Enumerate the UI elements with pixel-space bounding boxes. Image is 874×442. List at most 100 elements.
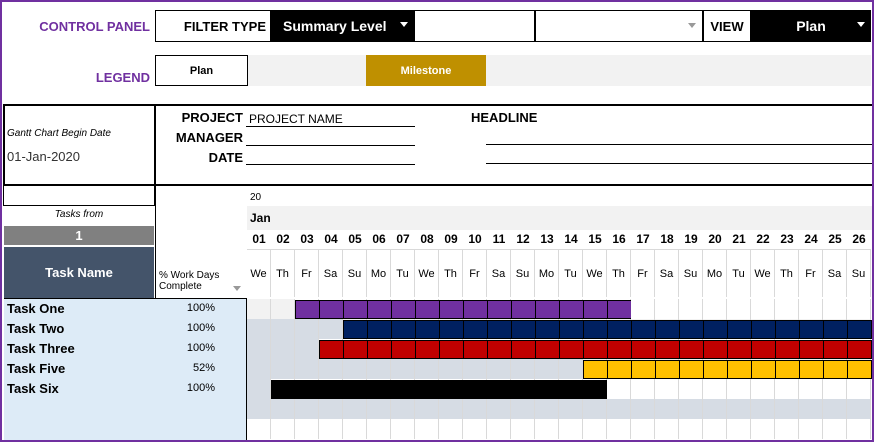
gantt-bar-cell[interactable]: [367, 300, 392, 319]
gantt-bar-cell[interactable]: [319, 300, 344, 319]
gantt-bar-cell[interactable]: [751, 340, 776, 359]
gantt-bar-cell[interactable]: [703, 360, 728, 379]
task-name[interactable]: Task Five: [7, 361, 65, 376]
gantt-bar-cell[interactable]: [295, 380, 319, 399]
gantt-bar-cell[interactable]: [703, 320, 728, 339]
gantt-bar-cell[interactable]: [319, 380, 343, 399]
gantt-bar-cell[interactable]: [535, 340, 560, 359]
filter-type-dropdown[interactable]: Summary Level: [271, 10, 414, 42]
gantt-bar-cell[interactable]: [799, 340, 824, 359]
work-days-header[interactable]: % Work Days Complete: [155, 186, 247, 298]
gantt-bar-cell[interactable]: [511, 380, 535, 399]
headline-line-2[interactable]: [486, 148, 872, 164]
gantt-bar-cell[interactable]: [559, 320, 584, 339]
gantt-bar-cell[interactable]: [655, 360, 680, 379]
gantt-bar-cell[interactable]: [535, 320, 560, 339]
gantt-bar-cell[interactable]: [583, 300, 608, 319]
task-name[interactable]: Task One: [7, 301, 65, 316]
gantt-bar-cell[interactable]: [727, 320, 752, 339]
filter-value-dropdown[interactable]: [535, 10, 703, 42]
gantt-bar-cell[interactable]: [415, 320, 440, 339]
gantt-bar-cell[interactable]: [463, 340, 488, 359]
gantt-bar-cell[interactable]: [487, 300, 512, 319]
gantt-bar-cell[interactable]: [823, 340, 848, 359]
date-field[interactable]: [246, 149, 415, 165]
gantt-bar-cell[interactable]: [367, 380, 391, 399]
gantt-bar-cell[interactable]: [799, 320, 824, 339]
gantt-bar-cell[interactable]: [823, 320, 848, 339]
gantt-bar-cell[interactable]: [439, 320, 464, 339]
gantt-bar-cell[interactable]: [487, 340, 512, 359]
gantt-bar-cell[interactable]: [655, 320, 680, 339]
gantt-bar-cell[interactable]: [799, 360, 824, 379]
gantt-bar-cell[interactable]: [847, 340, 872, 359]
task-name[interactable]: Task Six: [7, 381, 59, 396]
gantt-bar-cell[interactable]: [727, 360, 752, 379]
gantt-bar-cell[interactable]: [367, 320, 392, 339]
gantt-bar-cell[interactable]: [583, 360, 608, 379]
gantt-bar-cell[interactable]: [415, 340, 440, 359]
gantt-bar-cell[interactable]: [343, 380, 367, 399]
view-dropdown[interactable]: Plan: [751, 10, 871, 42]
gantt-bar-cell[interactable]: [511, 320, 536, 339]
gantt-bar-cell[interactable]: [295, 300, 320, 319]
gantt-bar-cell[interactable]: [847, 360, 872, 379]
gantt-bar-cell[interactable]: [463, 300, 488, 319]
gantt-bar-cell[interactable]: [391, 300, 416, 319]
gantt-bar-cell[interactable]: [583, 320, 608, 339]
filter-chevron-icon[interactable]: [233, 286, 241, 291]
gantt-bar-cell[interactable]: [847, 320, 872, 339]
gantt-bar-cell[interactable]: [367, 340, 392, 359]
project-field[interactable]: PROJECT NAME: [246, 110, 415, 127]
gantt-bar-cell[interactable]: [703, 340, 728, 359]
task-name[interactable]: Task Three: [7, 341, 75, 356]
gantt-bar-cell[interactable]: [343, 320, 368, 339]
gantt-bar-cell[interactable]: [535, 380, 559, 399]
gantt-bar-cell[interactable]: [775, 360, 800, 379]
gantt-bar-cell[interactable]: [271, 380, 295, 399]
gantt-bar-cell[interactable]: [391, 320, 416, 339]
gantt-bar-cell[interactable]: [583, 340, 608, 359]
gantt-bar-cell[interactable]: [511, 300, 536, 319]
gantt-bar-cell[interactable]: [487, 320, 512, 339]
gantt-bar-cell[interactable]: [391, 380, 415, 399]
gantt-bar-cell[interactable]: [679, 340, 704, 359]
gantt-bar-cell[interactable]: [607, 320, 632, 339]
gantt-bar-cell[interactable]: [583, 380, 607, 399]
gantt-bar-cell[interactable]: [439, 300, 464, 319]
gantt-bar-cell[interactable]: [775, 320, 800, 339]
begin-date-value[interactable]: 01-Jan-2020: [7, 149, 80, 164]
gantt-bar-cell[interactable]: [655, 340, 680, 359]
gantt-bar-cell[interactable]: [559, 340, 584, 359]
gantt-bar-cell[interactable]: [751, 360, 776, 379]
gantt-bar-cell[interactable]: [343, 300, 368, 319]
gantt-bar-cell[interactable]: [415, 300, 440, 319]
gantt-bar-cell[interactable]: [415, 380, 439, 399]
gantt-bar-cell[interactable]: [439, 340, 464, 359]
gantt-bar-cell[interactable]: [535, 300, 560, 319]
gantt-bar-cell[interactable]: [607, 360, 632, 379]
gantt-bar-cell[interactable]: [631, 340, 656, 359]
tasks-from-value[interactable]: 1: [4, 226, 154, 245]
gantt-bar-cell[interactable]: [463, 380, 487, 399]
gantt-bar-cell[interactable]: [559, 380, 583, 399]
gantt-bar-cell[interactable]: [439, 380, 463, 399]
gantt-bar-cell[interactable]: [343, 340, 368, 359]
manager-field[interactable]: [246, 130, 415, 146]
gantt-bar-cell[interactable]: [631, 360, 656, 379]
gantt-bar-cell[interactable]: [319, 340, 344, 359]
gantt-bar-cell[interactable]: [511, 340, 536, 359]
gantt-bar-cell[interactable]: [391, 340, 416, 359]
gantt-bar-cell[interactable]: [775, 340, 800, 359]
gantt-bar-cell[interactable]: [559, 300, 584, 319]
gantt-bar-cell[interactable]: [631, 320, 656, 339]
filter-blank-cell[interactable]: [414, 10, 535, 42]
gantt-bar-cell[interactable]: [607, 340, 632, 359]
gantt-bar-cell[interactable]: [679, 320, 704, 339]
gantt-bar-cell[interactable]: [607, 300, 632, 319]
gantt-bar-cell[interactable]: [679, 360, 704, 379]
gantt-bar-cell[interactable]: [751, 320, 776, 339]
gantt-bar-cell[interactable]: [823, 360, 848, 379]
gantt-bar-cell[interactable]: [487, 380, 511, 399]
gantt-bar-cell[interactable]: [727, 340, 752, 359]
